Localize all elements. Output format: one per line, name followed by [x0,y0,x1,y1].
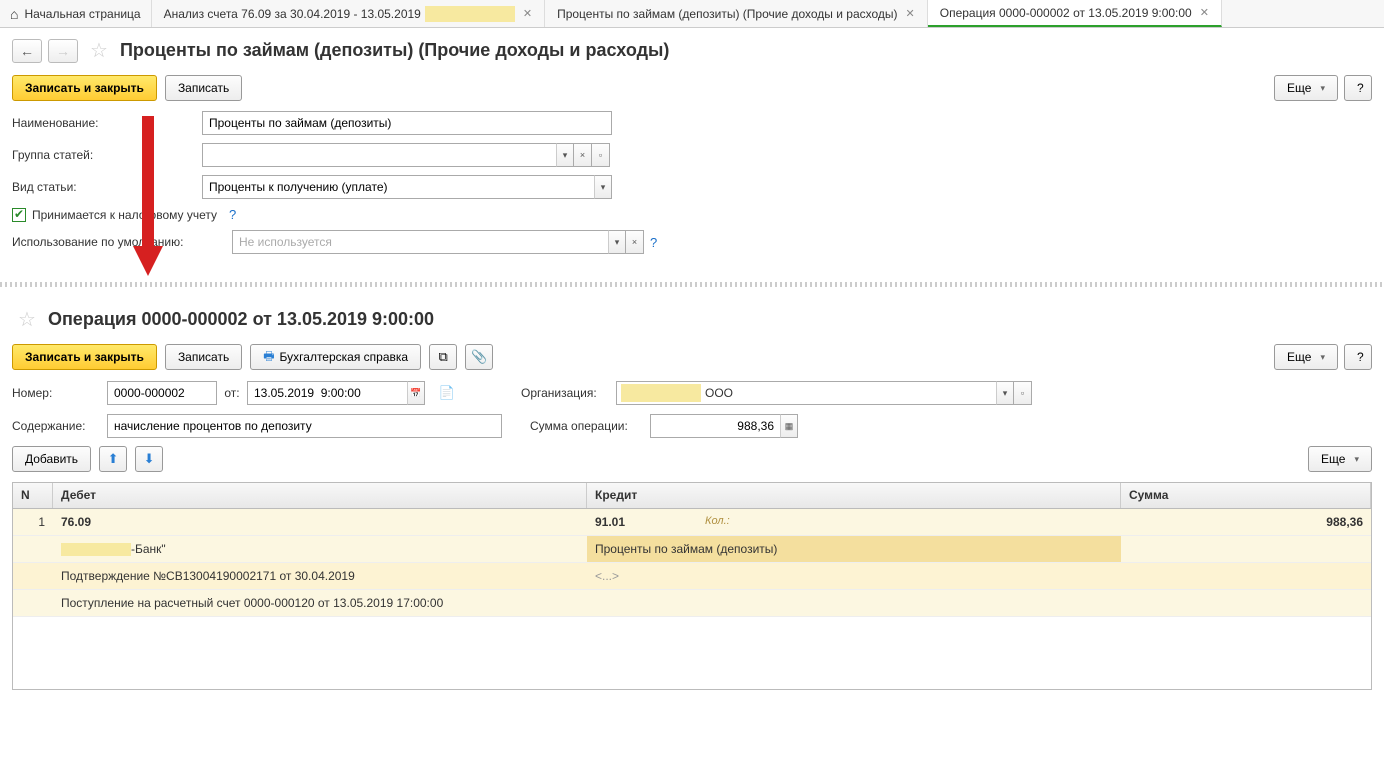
dropdown-icon[interactable]: ▾ [608,230,626,254]
tab-label: Проценты по займам (депозиты) (Прочие до… [557,7,897,21]
nav-row: ← → ☆ Проценты по займам (депозиты) (Про… [12,38,1372,63]
home-icon: ⌂ [10,6,18,22]
tab-home[interactable]: ⌂ Начальная страница [0,0,152,27]
page-title-2: Операция 0000-000002 от 13.05.2019 9:00:… [48,309,434,330]
tab-analysis[interactable]: Анализ счета 76.09 за 30.04.2019 - 13.05… [152,0,545,27]
dropdown-icon[interactable]: ▾ [996,381,1014,405]
org-label: Организация: [521,386,616,400]
sum-op-label: Сумма операции: [530,419,650,433]
date-input[interactable] [247,381,407,405]
col-n[interactable]: N [13,483,53,508]
content-input[interactable] [107,414,502,438]
name-input[interactable] [202,111,612,135]
help-icon[interactable]: ? [650,235,657,250]
help-button[interactable]: ? [1344,75,1372,101]
redaction-box [621,384,701,402]
forward-button[interactable]: → [48,39,78,63]
from-label: от: [217,386,247,400]
table-subrow[interactable]: Поступление на расчетный счет 0000-00012… [13,590,1371,617]
redaction-box [425,6,515,22]
table-subrow[interactable]: -Банк" Проценты по займам (депозиты) [13,536,1371,563]
tab-label: Операция 0000-000002 от 13.05.2019 9:00:… [940,6,1192,20]
clear-icon[interactable]: × [574,143,592,167]
nav-row: ☆ Операция 0000-000002 от 13.05.2019 9:0… [12,307,1372,332]
sum-op-input[interactable] [650,414,780,438]
tax-checkbox[interactable] [12,208,26,222]
usage-label: Использование по умолчанию: [12,235,232,249]
toolbar-2: Записать и закрыть Записать 🖶 Бухгалтерс… [12,344,1372,370]
type-label: Вид статьи: [12,180,202,194]
open-icon[interactable]: ▫ [1014,381,1032,405]
name-label: Наименование: [12,116,202,130]
credit-cell: 91.01 Кол.: [587,509,1121,536]
more-button[interactable]: Еще [1274,75,1338,101]
number-input[interactable] [107,381,217,405]
dropdown-icon[interactable]: ▾ [556,143,574,167]
close-icon[interactable]: ✕ [523,7,532,20]
page-title: Проценты по займам (депозиты) (Прочие до… [120,40,669,61]
redaction-box [61,543,131,556]
more-button[interactable]: Еще [1274,344,1338,370]
accounting-ref-button[interactable]: 🖶 Бухгалтерская справка [250,344,421,370]
post-button[interactable]: 📄 [433,380,461,406]
attachment-button[interactable]: 📎 [465,344,493,370]
debit-sub2: Подтверждение №СВ13004190002171 от 30.04… [53,563,587,590]
save-close-button[interactable]: Записать и закрыть [12,344,157,370]
open-icon[interactable]: ▫ [592,143,610,167]
group-label: Группа статей: [12,148,202,162]
accounting-ref-label: Бухгалтерская справка [280,350,409,364]
entries-table: N Дебет Кредит Сумма 1 76.09 91.01 Кол.:… [12,482,1372,690]
debit-account: 76.09 [53,509,587,536]
toolbar: Записать и закрыть Записать Еще ? [12,75,1372,101]
credit-sub1: Проценты по займам (депозиты) [587,536,1121,563]
type-input[interactable] [202,175,594,199]
move-up-button[interactable]: ⬆ [99,446,127,472]
credit-sub2: <...> [587,563,1121,590]
calc-icon[interactable]: ▦ [780,414,798,438]
save-button[interactable]: Записать [165,344,242,370]
link-button[interactable]: ⧉ [429,344,457,370]
debit-sub1: -Банк" [53,536,587,563]
tab-home-label: Начальная страница [24,7,140,21]
favorite-icon[interactable]: ☆ [90,38,108,63]
back-button[interactable]: ← [12,39,42,63]
clear-icon[interactable]: × [626,230,644,254]
move-down-button[interactable]: ⬇ [135,446,163,472]
tab-operation[interactable]: Операция 0000-000002 от 13.05.2019 9:00:… [928,0,1222,27]
table-header: N Дебет Кредит Сумма [13,483,1371,509]
print-icon: 🖶 [263,347,274,368]
sum-value: 988,36 [1121,509,1371,536]
favorite-icon[interactable]: ☆ [18,307,36,332]
save-close-button[interactable]: Записать и закрыть [12,75,157,101]
col-sum[interactable]: Сумма [1121,483,1371,508]
table-subrow[interactable]: Подтверждение №СВ13004190002171 от 30.04… [13,563,1371,590]
table-row[interactable]: 1 76.09 91.01 Кол.: 988,36 [13,509,1371,536]
col-debit[interactable]: Дебет [53,483,587,508]
help-button[interactable]: ? [1344,344,1372,370]
section-divider [0,282,1384,287]
more-button[interactable]: Еще [1308,446,1372,472]
number-label: Номер: [12,386,107,400]
tab-bar: ⌂ Начальная страница Анализ счета 76.09 … [0,0,1384,28]
usage-input[interactable] [232,230,608,254]
tax-label: Принимается к налоговому учету [32,208,217,222]
close-icon[interactable]: ✕ [1200,6,1209,19]
save-button[interactable]: Записать [165,75,242,101]
tab-label: Анализ счета 76.09 за 30.04.2019 - 13.05… [164,7,421,21]
table-body: 1 76.09 91.01 Кол.: 988,36 -Банк" Процен… [13,509,1371,689]
help-icon[interactable]: ? [229,207,236,222]
content-label: Содержание: [12,419,107,433]
credit-account: 91.01 [595,515,625,529]
dropdown-icon[interactable]: ▾ [594,175,612,199]
col-credit[interactable]: Кредит [587,483,1121,508]
org-value: ООО [705,386,733,400]
debit-sub3: Поступление на расчетный счет 0000-00012… [53,590,587,617]
quantity-label: Кол.: [705,515,730,529]
add-button[interactable]: Добавить [12,446,91,472]
cell-n: 1 [13,509,53,536]
group-input[interactable] [202,143,556,167]
calendar-icon[interactable]: 📅 [407,381,425,405]
tab-interest[interactable]: Проценты по займам (депозиты) (Прочие до… [545,0,928,27]
close-icon[interactable]: ✕ [906,7,915,20]
